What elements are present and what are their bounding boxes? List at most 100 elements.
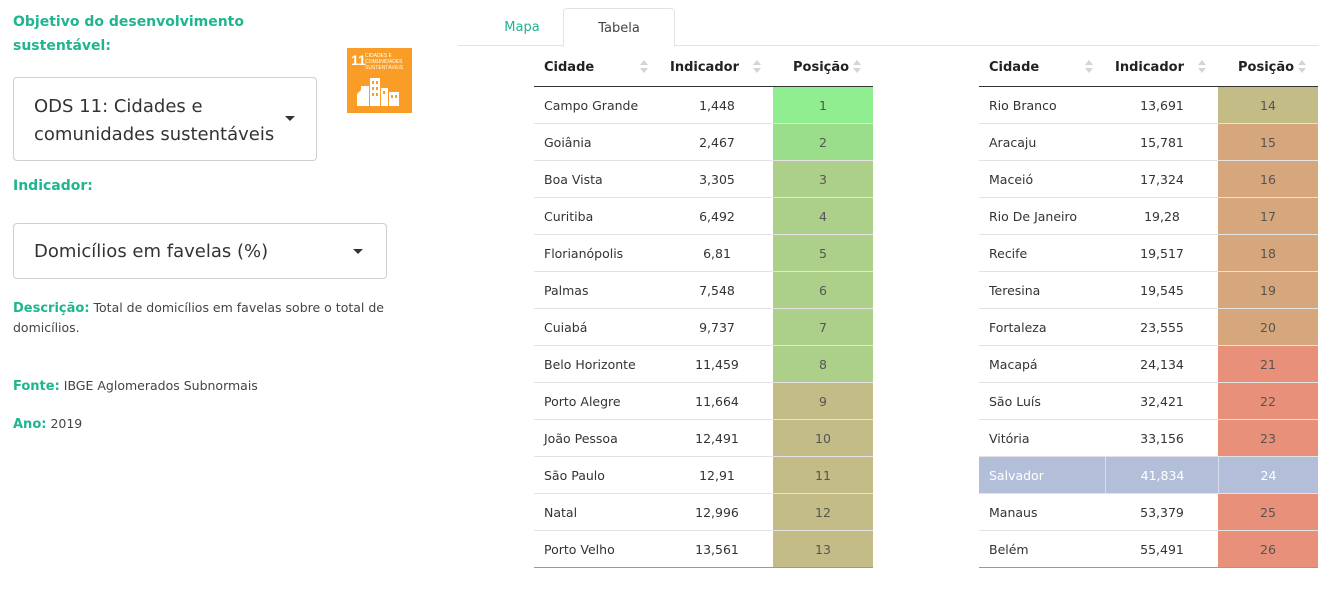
table-row[interactable]: Florianópolis 6,81 5 <box>534 235 873 272</box>
table-row[interactable]: Macapá 24,134 21 <box>979 346 1318 383</box>
sort-icon[interactable] <box>853 60 861 74</box>
view-tabs: Mapa Tabela <box>458 8 1319 47</box>
table-row[interactable]: Belo Horizonte 11,459 8 <box>534 346 873 383</box>
table-body: Rio Branco 13,691 14 Aracaju 15,781 15 Maceió 1… <box>979 87 1318 568</box>
cell-posicao: 7 <box>773 309 873 345</box>
column-header-posicao[interactable]: Posição <box>793 50 849 87</box>
table-row[interactable]: Porto Alegre 11,664 9 <box>534 383 873 420</box>
cell-indicador: 1,448 <box>699 98 735 113</box>
cell-posicao: 4 <box>773 198 873 234</box>
cell-posicao: 2 <box>773 124 873 160</box>
cell-cidade: João Pessoa <box>544 431 618 446</box>
table-header: Cidade Indicador Posição <box>979 50 1318 87</box>
sort-icon[interactable] <box>1298 60 1306 74</box>
cell-posicao: 14 <box>1218 87 1318 123</box>
cell-cidade: Maceió <box>989 172 1034 187</box>
table-row[interactable]: São Paulo 12,91 11 <box>534 457 873 494</box>
table-row[interactable]: Belém 55,491 26 <box>979 531 1318 568</box>
table-row[interactable]: Cuiabá 9,737 7 <box>534 309 873 346</box>
table-row[interactable]: Boa Vista 3,305 3 <box>534 161 873 198</box>
table-row[interactable]: Curitiba 6,492 4 <box>534 198 873 235</box>
cell-indicador: 11,459 <box>695 357 739 372</box>
objective-select-value: ODS 11: Cidades e comunidades sustentáve… <box>34 96 275 145</box>
cell-posicao: 20 <box>1218 309 1318 345</box>
ranking-table-right: Cidade Indicador Posição Rio Branco 13,69… <box>979 50 1318 568</box>
tab-mapa[interactable]: Mapa <box>476 8 568 46</box>
cell-cidade: Boa Vista <box>544 172 603 187</box>
objective-select[interactable]: ODS 11: Cidades e comunidades sustentáve… <box>13 77 317 161</box>
table-row[interactable]: João Pessoa 12,491 10 <box>534 420 873 457</box>
cell-posicao: 22 <box>1218 383 1318 419</box>
cell-indicador: 13,691 <box>1140 98 1184 113</box>
cell-posicao: 15 <box>1218 124 1318 160</box>
table-row[interactable]: Porto Velho 13,561 13 <box>534 531 873 568</box>
cell-cidade: Belém <box>989 542 1029 557</box>
table-row[interactable]: Rio De Janeiro 19,28 17 <box>979 198 1318 235</box>
table-row[interactable]: Rio Branco 13,691 14 <box>979 87 1318 124</box>
table-row[interactable]: Natal 12,996 12 <box>534 494 873 531</box>
cell-indicador: 53,379 <box>1140 505 1184 520</box>
cell-posicao: 16 <box>1218 161 1318 197</box>
column-header-posicao[interactable]: Posição <box>1238 50 1294 87</box>
table-row[interactable]: São Luís 32,421 22 <box>979 383 1318 420</box>
cell-indicador: 17,324 <box>1140 172 1184 187</box>
column-header-indicador[interactable]: Indicador <box>670 50 739 87</box>
sort-icon[interactable] <box>753 60 761 74</box>
cell-posicao: 10 <box>773 420 873 456</box>
sort-icon[interactable] <box>640 60 648 74</box>
source: Fonte: IBGE Aglomerados Subnormais <box>13 376 258 396</box>
cell-indicador: 6,81 <box>703 246 731 261</box>
cell-posicao: 12 <box>773 494 873 530</box>
table-row[interactable]: Manaus 53,379 25 <box>979 494 1318 531</box>
table-row[interactable]: Recife 19,517 18 <box>979 235 1318 272</box>
description-label: Descrição: <box>13 301 90 316</box>
cell-indicador: 12,491 <box>695 431 739 446</box>
cell-indicador: 12,91 <box>699 468 735 483</box>
cell-cidade: Fortaleza <box>989 320 1047 335</box>
cell-indicador: 15,781 <box>1140 135 1184 150</box>
column-header-indicador[interactable]: Indicador <box>1115 50 1184 87</box>
indicator-select[interactable]: Domicílios em favelas (%) <box>13 223 387 279</box>
indicator-select-value: Domicílios em favelas (%) <box>34 241 269 262</box>
cell-indicador: 24,134 <box>1140 357 1184 372</box>
cell-cidade: São Luís <box>989 394 1041 409</box>
table-row[interactable]: Aracaju 15,781 15 <box>979 124 1318 161</box>
cell-posicao: 24 <box>1218 457 1318 493</box>
cell-indicador: 11,664 <box>695 394 739 409</box>
cell-posicao: 11 <box>773 457 873 493</box>
sidebar: Objetivo do desenvolvimento sustentável:… <box>0 0 440 599</box>
cell-posicao: 19 <box>1218 272 1318 308</box>
table-header: Cidade Indicador Posição <box>534 50 873 87</box>
cell-cidade: Curitiba <box>544 209 594 224</box>
table-row[interactable]: Fortaleza 23,555 20 <box>979 309 1318 346</box>
sdg-11-logo: 11 CIDADES E COMUNIDADES SUSTENTÁVEIS <box>347 48 412 113</box>
cell-posicao: 17 <box>1218 198 1318 234</box>
cell-indicador: 33,156 <box>1140 431 1184 446</box>
table-body: Campo Grande 1,448 1 Goiânia 2,467 2 Boa Vista… <box>534 87 873 568</box>
column-header-cidade[interactable]: Cidade <box>544 50 594 87</box>
caret-down-icon <box>353 249 363 254</box>
sort-icon[interactable] <box>1198 60 1206 74</box>
sort-icon[interactable] <box>1085 60 1093 74</box>
cell-posicao: 21 <box>1218 346 1318 382</box>
table-row-highlighted[interactable]: Salvador 41,834 24 <box>979 457 1318 494</box>
cell-cidade: Natal <box>544 505 578 520</box>
table-row[interactable]: Maceió 17,324 16 <box>979 161 1318 198</box>
cell-indicador: 41,834 <box>1105 457 1219 493</box>
cell-indicador: 12,996 <box>695 505 739 520</box>
table-row[interactable]: Teresina 19,545 19 <box>979 272 1318 309</box>
cell-cidade: Porto Alegre <box>544 394 621 409</box>
table-row[interactable]: Vitória 33,156 23 <box>979 420 1318 457</box>
tab-tabela[interactable]: Tabela <box>563 8 675 47</box>
table-row[interactable]: Palmas 7,548 6 <box>534 272 873 309</box>
cell-cidade: São Paulo <box>544 468 605 483</box>
cell-cidade: Florianópolis <box>544 246 624 261</box>
table-row[interactable]: Goiânia 2,467 2 <box>534 124 873 161</box>
cell-indicador: 3,305 <box>699 172 735 187</box>
year-text: 2019 <box>50 416 83 431</box>
cell-indicador: 32,421 <box>1140 394 1184 409</box>
table-row[interactable]: Campo Grande 1,448 1 <box>534 87 873 124</box>
cell-posicao: 18 <box>1218 235 1318 271</box>
column-header-cidade[interactable]: Cidade <box>989 50 1039 87</box>
cell-posicao: 6 <box>773 272 873 308</box>
